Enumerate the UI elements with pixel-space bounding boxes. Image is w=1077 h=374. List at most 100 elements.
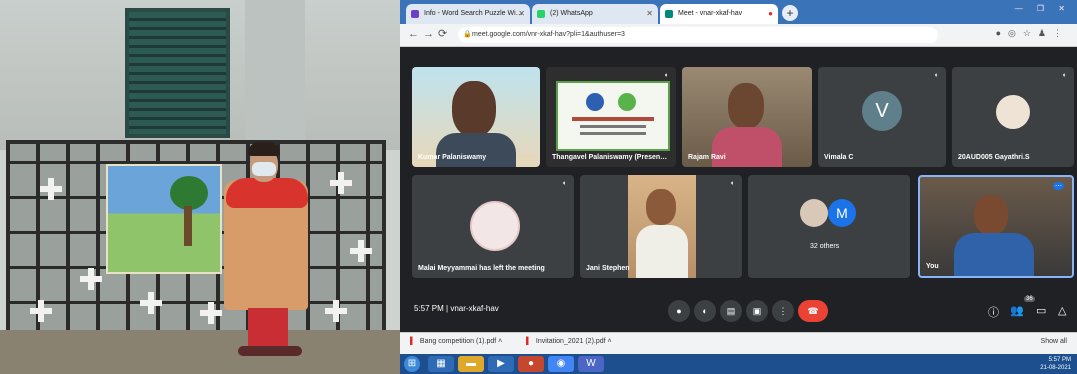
grill-cross [40,178,62,200]
taskbar-app-icon[interactable]: ▦ [428,356,454,372]
person-pants [248,308,288,348]
mic-off-icon: ◖ [561,180,566,187]
media-player-icon[interactable]: ▶ [488,356,514,372]
participant-body [436,133,516,167]
chat-icon[interactable]: ▭ [1036,304,1046,317]
more-options-button[interactable]: ⋮ [772,300,794,322]
address-bar[interactable]: 🔒 meet.google.com/vnr-xkaf-hav?pli=1&aut… [458,27,938,43]
download-item[interactable]: ▌ Invitation_2021 (2).pdf ˄ [526,338,612,345]
event-photo [0,0,400,374]
pdf-icon: ▌ [526,338,531,345]
meet-icon [665,10,673,18]
grill-cross [200,302,222,324]
self-view-tile[interactable]: ⋯ You [918,175,1074,278]
participant-tile[interactable]: Rajam Ravi [682,67,812,167]
leave-call-button[interactable]: ☎ [798,300,828,322]
participant-photo-avatar [996,95,1030,129]
participant-count-badge: 36 [1024,296,1035,302]
download-item[interactable]: ▌ Bang competition (1).pdf ˄ [410,338,502,345]
taskbar-app-icon[interactable]: ● [518,356,544,372]
present-button[interactable]: ▣ [746,300,768,322]
participant-tile-presentation[interactable]: ◖ Thangavel Palaniswamy (Presen… [546,67,676,167]
new-tab-button[interactable]: + [782,5,798,21]
grill-cross [330,172,352,194]
meeting-info: 5:57 PM | vnar-xkaf-hav [414,304,499,313]
participant-photo-avatar [470,201,520,251]
club-logo-icon [618,93,636,111]
meeting-controls-bar: 5:57 PM | vnar-xkaf-hav ● ◐ ▤ ▣ ⋮ ☎ ⓘ 👥 … [400,290,1077,332]
browser-tab-active[interactable]: Meet - vnar-xkaf-hav ● [660,4,778,24]
college-logo-icon [586,93,604,111]
face-mask [252,162,276,176]
downloads-bar: ▌ Bang competition (1).pdf ˄ ▌ Invitatio… [400,332,1077,355]
participant-name: 20AUD005 Gayathri.S [958,154,1030,161]
participant-name: Kumar Palaniswamy [418,154,487,161]
mic-off-icon: ◖ [933,72,938,79]
mic-off-icon: ◖ [663,72,668,79]
participant-name: Vimala C [824,154,854,161]
participant-name: Thangavel Palaniswamy (Presen… [552,154,668,161]
tab-favicon-icon [411,10,419,18]
floor [0,330,400,374]
mic-button[interactable]: ● [668,300,690,322]
system-tray[interactable]: 5:57 PM 21-08-2021 [1040,356,1071,372]
participant-name: Jani Stephen [586,265,630,272]
download-filename: Invitation_2021 (2).pdf [535,338,606,345]
participant-body [712,127,782,167]
file-explorer-icon[interactable]: ▬ [458,356,484,372]
show-all-button[interactable]: Show all [1041,338,1067,345]
url-text: meet.google.com/vnr-xkaf-hav?pli=1&authu… [472,31,625,38]
tray-date: 21-08-2021 [1040,365,1071,371]
participant-face [452,81,496,137]
meeting-time: 5:57 PM [414,304,444,313]
captions-button[interactable]: ▤ [720,300,742,322]
close-tab-icon[interactable]: ✕ [646,4,653,24]
activities-icon[interactable]: △ [1058,304,1066,317]
person-hair [248,142,280,156]
participant-tile[interactable]: Kumar Palaniswamy [412,67,540,167]
close-tab-icon[interactable]: ✕ [518,4,525,24]
grill-cross [30,300,52,322]
participant-tile[interactable]: ◖ Malai Meyyammai has left the meeting [412,175,574,278]
participant-name: You [926,263,939,270]
people-icon[interactable]: 👥 [1010,304,1024,317]
participant-body [636,225,688,278]
others-tile[interactable]: M 32 others [748,175,910,278]
toolbar-icons[interactable]: ●◎☆♟⋮ [996,28,1069,39]
word-icon[interactable]: W [578,356,604,372]
tray-time: 5:57 PM [1048,357,1071,363]
painting-tree [170,176,208,210]
participant-face [646,189,676,225]
download-filename: Bang competition (1).pdf [419,338,497,345]
participant-body [954,233,1034,276]
participant-name: Rajam Ravi [688,154,726,161]
slide-text-line [580,125,646,128]
start-button[interactable]: ⊞ [404,356,420,372]
grill-cross [325,300,347,322]
slide-text-line [580,132,646,135]
others-count: 32 others [810,243,840,250]
participant-tile[interactable]: ◖ Jani Stephen [580,175,742,278]
landscape-painting [106,164,222,274]
meet-screenshot: Info - Word Search Puzzle Wi… ✕ (2) What… [400,0,1077,374]
participant-tile[interactable]: V ◖ Vimala C [818,67,946,167]
separator: | [446,304,449,313]
grill-cross [350,240,372,262]
browser-tab[interactable]: Info - Word Search Puzzle Wi… ✕ [406,4,530,24]
slide-text-line [572,117,654,121]
mic-off-icon: ◖ [1061,72,1066,79]
windows-taskbar: ⊞ ▦ ▬ ▶ ● ◉ W 5:57 PM 21-08-2021 [400,354,1077,374]
camera-button[interactable]: ◐ [694,300,716,322]
navigation-buttons[interactable]: ←→⟳ [408,27,451,40]
chrome-icon[interactable]: ◉ [548,356,574,372]
pdf-icon: ▌ [410,338,415,345]
window-controls[interactable]: — ❐ ✕ [1015,4,1071,13]
participant-avatar: M [828,199,856,227]
tab-label: Meet - vnar-xkaf-hav [678,10,743,17]
info-icon[interactable]: ⓘ [988,304,999,320]
browser-tab[interactable]: (2) WhatsApp ✕ [532,4,658,24]
pillar [245,0,305,150]
more-options-icon[interactable]: ⋯ [1053,182,1064,190]
recording-dot-icon: ● [768,9,773,18]
participant-tile[interactable]: ◖ 20AUD005 Gayathri.S [952,67,1074,167]
